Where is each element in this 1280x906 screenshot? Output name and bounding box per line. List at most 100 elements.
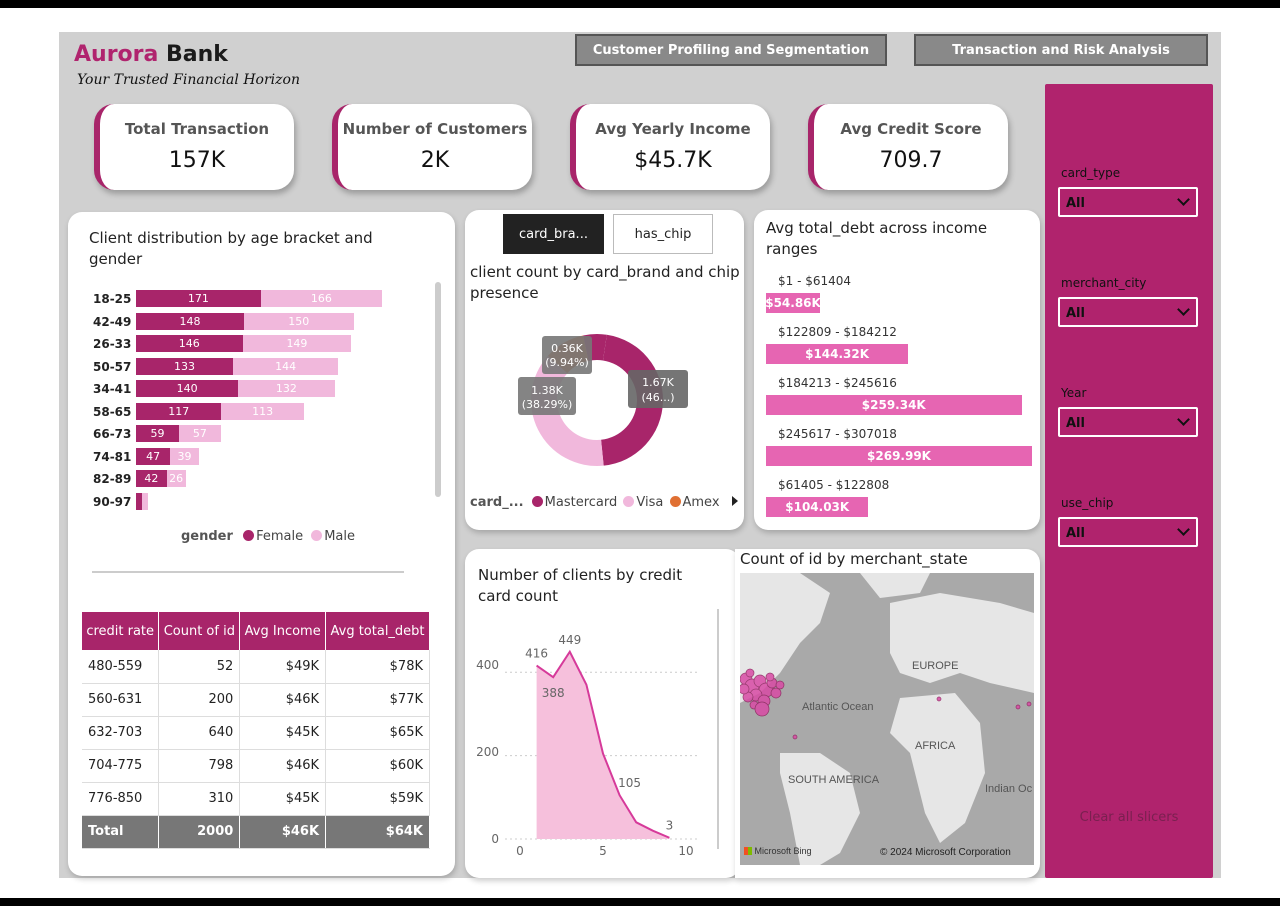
- age-bracket-label: 18-25: [93, 292, 132, 306]
- income-bar[interactable]: $259.34K: [766, 395, 1022, 415]
- slicer-merchant-city-label: merchant_city: [1061, 276, 1147, 290]
- income-debt-panel: Avg total_debt across income ranges $1 -…: [754, 210, 1040, 530]
- male-dot-icon: [311, 530, 323, 541]
- donut-title: client count by card_brand and chip pres…: [470, 263, 740, 302]
- male-bar[interactable]: 144: [233, 357, 339, 375]
- y-tick-0: 0: [491, 832, 499, 846]
- male-bar[interactable]: 150: [244, 312, 354, 330]
- africa-shape: [890, 693, 985, 843]
- world-map: EUROPE Atlantic Ocean AFRICA SOUTH AMERI…: [740, 573, 1034, 865]
- table-row: 776-850 310 $45K $59K: [82, 782, 430, 816]
- chevron-down-icon: [1177, 193, 1190, 206]
- cell: 560-631: [82, 683, 160, 717]
- slicer-use-chip-label: use_chip: [1061, 496, 1114, 510]
- female-bar[interactable]: 59: [136, 425, 180, 442]
- female-bar[interactable]: 140: [136, 380, 239, 397]
- slicer-year-dropdown[interactable]: All: [1058, 407, 1198, 437]
- bing-text: Microsoft Bing: [754, 846, 812, 856]
- dropdown-value: All: [1066, 306, 1085, 321]
- cell: 776-850: [82, 782, 160, 816]
- kpi-value: 2K: [420, 148, 450, 173]
- legend-next-arrow-icon[interactable]: [731, 496, 738, 506]
- area-fill: [536, 651, 670, 839]
- col-count-of-id[interactable]: Count of id: [158, 612, 241, 650]
- kpi-value: 709.7: [879, 148, 943, 173]
- income-range-label: $61405 - $122808: [778, 478, 890, 492]
- map-label-south-america: SOUTH AMERICA: [788, 774, 880, 786]
- europe-asia-shape: [890, 593, 1034, 693]
- card-brand-panel: card_bra... has_chip client count by car…: [465, 210, 744, 530]
- female-bar[interactable]: 47: [136, 447, 171, 465]
- visa-dot-icon: [623, 496, 635, 507]
- kpi-title: Number of Customers: [342, 120, 528, 138]
- male-bar[interactable]: 113: [221, 402, 304, 420]
- chevron-down-icon: [1177, 523, 1190, 536]
- female-bar[interactable]: 42: [136, 470, 167, 487]
- kpi-avg-credit-score: Avg Credit Score 709.7: [808, 104, 1008, 190]
- col-avg-income[interactable]: Avg Income: [239, 612, 327, 650]
- nav-transaction-risk-button[interactable]: Transaction and Risk Analysis: [914, 34, 1208, 66]
- income-bar[interactable]: $104.03K: [766, 497, 869, 517]
- map-label-europe: EUROPE: [912, 660, 958, 672]
- tagline: Your Trusted Financial Horizon: [77, 72, 300, 88]
- female-bar[interactable]: 171: [136, 290, 261, 307]
- slicer-card-type-label: card_type: [1061, 166, 1121, 180]
- kpi-total-transaction: Total Transaction 157K: [94, 104, 294, 190]
- map-canvas[interactable]: EUROPE Atlantic Ocean AFRICA SOUTH AMERI…: [740, 573, 1034, 865]
- income-range-label: $122809 - $184212: [778, 325, 897, 339]
- legend-amex: Amex: [682, 495, 720, 510]
- scrollbar[interactable]: [435, 282, 441, 497]
- col-credit-rate[interactable]: credit rate: [82, 612, 160, 650]
- greenland-shape: [860, 573, 930, 598]
- chevron-down-icon: [1177, 413, 1190, 426]
- tab-card-brand[interactable]: card_bra...: [503, 214, 604, 254]
- age-chart-title: Client distribution by age bracket and g…: [89, 229, 373, 268]
- cell: 200: [158, 683, 241, 717]
- y-tick-400: 400: [476, 658, 499, 672]
- male-bar[interactable]: 166: [260, 290, 382, 307]
- credit-card-count-panel: Number of clients by credit card count 4…: [465, 549, 740, 878]
- legend-female: Female: [256, 529, 304, 544]
- male-bar[interactable]: 39: [170, 447, 199, 465]
- card-brand-legend: card_... Mastercard Visa Amex: [470, 495, 738, 510]
- legend-title: gender: [181, 529, 233, 544]
- slicer-card-type-dropdown[interactable]: All: [1058, 187, 1198, 217]
- cell: 640: [158, 716, 241, 750]
- female-bar[interactable]: 148: [136, 312, 245, 330]
- cell: Total: [82, 815, 160, 849]
- kpi-title: Total Transaction: [124, 120, 270, 138]
- age-bracket-label: 34-41: [93, 382, 132, 396]
- income-bar[interactable]: $54.86K: [765, 293, 821, 313]
- female-bar[interactable]: 146: [136, 335, 243, 352]
- male-bar[interactable]: 132: [238, 380, 335, 397]
- male-bar[interactable]: 26: [166, 470, 186, 487]
- col-avg-total-debt[interactable]: Avg total_debt: [325, 612, 430, 650]
- data-label: 449: [558, 633, 581, 647]
- table-total-row: Total 2000 $46K $64K: [82, 815, 430, 849]
- male-bar[interactable]: [141, 492, 148, 510]
- mastercard-label-pct: (46...): [641, 391, 674, 404]
- divider: [92, 571, 404, 573]
- female-bar[interactable]: 117: [136, 402, 222, 420]
- income-range-label: $245617 - $307018: [778, 427, 897, 441]
- female-bar[interactable]: 133: [136, 357, 234, 375]
- clear-all-slicers-button[interactable]: Clear all slicers: [1045, 810, 1213, 825]
- area-chart: 416 388 449 105 3 400 200 0 0 5 10: [476, 609, 719, 858]
- income-bar[interactable]: $144.32K: [766, 344, 909, 364]
- income-range-label: $184213 - $245616: [778, 376, 897, 390]
- slicer-merchant-city-dropdown[interactable]: All: [1058, 297, 1198, 327]
- map-label-africa: AFRICA: [915, 740, 956, 752]
- merchant-state-map-panel: Count of id by merchant_state EUROPE Atl…: [735, 549, 1040, 878]
- male-bar[interactable]: 57: [179, 425, 221, 442]
- slicer-use-chip-dropdown[interactable]: All: [1058, 517, 1198, 547]
- amex-label-value: 0.36K: [551, 342, 583, 355]
- client-distribution-panel: Client distribution by age bracket and g…: [68, 212, 455, 876]
- male-bar[interactable]: 149: [242, 335, 352, 352]
- amex-label-pct: (9.94%): [545, 356, 589, 369]
- brand-part1: Aurora: [74, 42, 159, 67]
- cell: $46K: [239, 683, 327, 717]
- cell: 632-703: [82, 716, 160, 750]
- tab-has-chip[interactable]: has_chip: [613, 214, 713, 254]
- nav-customer-profiling-button[interactable]: Customer Profiling and Segmentation: [575, 34, 887, 66]
- income-bar[interactable]: $269.99K: [766, 446, 1032, 466]
